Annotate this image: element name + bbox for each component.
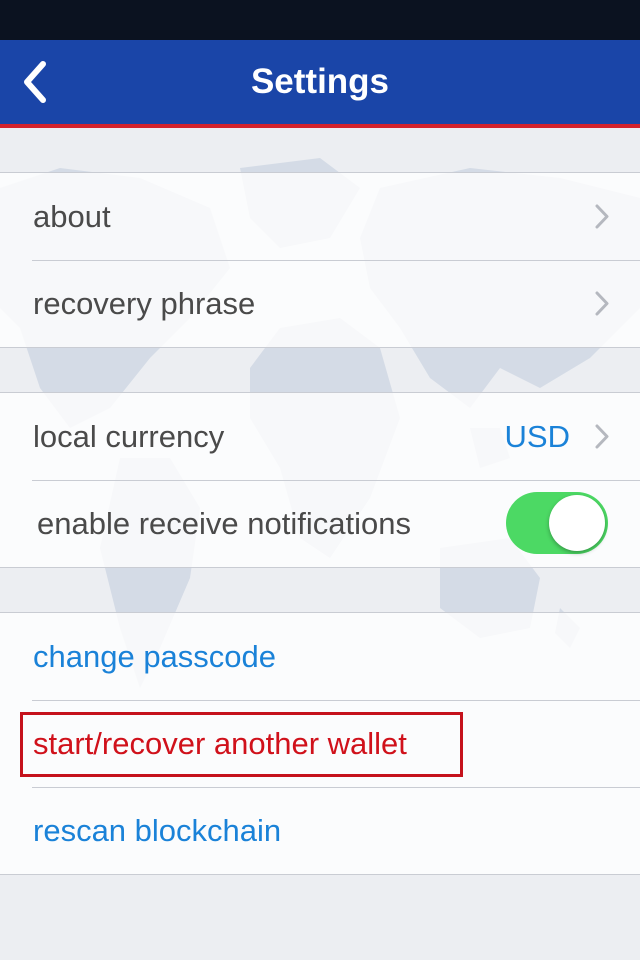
recovery-phrase-row[interactable]: recovery phrase <box>0 260 640 347</box>
preferences-group: local currency USD enable receive notifi… <box>0 392 640 568</box>
start-recover-wallet-row[interactable]: start/recover another wallet <box>0 700 640 787</box>
status-bar <box>0 0 640 40</box>
change-passcode-row[interactable]: change passcode <box>0 613 640 700</box>
chevron-right-icon <box>595 424 609 449</box>
notifications-toggle[interactable] <box>506 492 608 554</box>
page-title: Settings <box>250 62 390 101</box>
recovery-phrase-label: recovery phrase <box>33 286 256 321</box>
highlight-box <box>20 712 463 777</box>
notifications-label: enable receive notifications <box>37 506 411 541</box>
chevron-right-icon <box>595 204 609 229</box>
about-label: about <box>33 199 111 234</box>
local-currency-label: local currency <box>33 419 225 454</box>
actions-group: change passcode start/recover another wa… <box>0 612 640 875</box>
chevron-right-icon <box>595 291 609 316</box>
navigation-bar: Settings <box>0 40 640 128</box>
currency-value: USD <box>504 419 570 454</box>
notifications-row: enable receive notifications <box>0 480 640 567</box>
chevron-left-icon <box>24 61 46 103</box>
about-row[interactable]: about <box>0 173 640 260</box>
toggle-knob <box>549 495 605 551</box>
rescan-blockchain-label: rescan blockchain <box>33 813 282 848</box>
local-currency-row[interactable]: local currency USD <box>0 393 640 480</box>
info-group: about recovery phrase <box>0 172 640 348</box>
change-passcode-label: change passcode <box>33 639 277 674</box>
back-button[interactable] <box>10 54 60 110</box>
rescan-blockchain-row[interactable]: rescan blockchain <box>0 787 640 874</box>
